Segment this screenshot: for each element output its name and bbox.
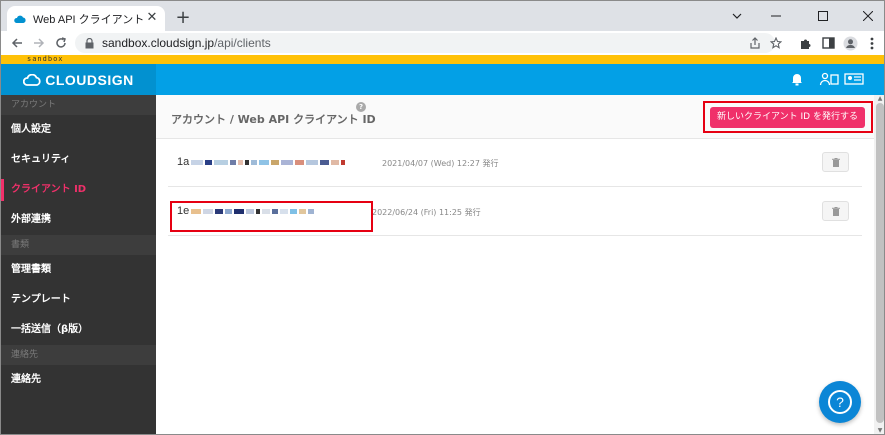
redacted-segment	[341, 159, 346, 165]
redacted-segment	[251, 159, 258, 165]
redacted-segment	[331, 159, 340, 165]
tab-search-chevron-icon[interactable]	[727, 1, 747, 31]
bell-notification-icon[interactable]	[789, 71, 805, 87]
redacted-segment	[205, 159, 213, 165]
browser-toolbar: sandbox.cloudsign.jp/api/clients	[1, 31, 884, 55]
profile-avatar-icon[interactable]	[841, 34, 859, 52]
help-chat-button[interactable]: ?	[819, 381, 861, 423]
client-row: 1a 2021/04/07 (Wed) 12:27 発行	[168, 139, 862, 187]
redacted-segment	[245, 159, 250, 165]
sidebar: アカウント 個人設定 セキュリティ クライアント ID 外部連携 書類 管理書類…	[1, 95, 156, 434]
url-host: sandbox.cloudsign.jp	[102, 36, 215, 50]
cloudsign-logo[interactable]: CLOUDSIGN	[1, 64, 156, 95]
redacted-segment	[306, 159, 319, 165]
scroll-down-arrow-icon[interactable]: ▼	[876, 428, 884, 434]
forward-arrow-icon[interactable]	[30, 34, 48, 52]
sidebar-section-contacts: 連絡先	[1, 345, 156, 365]
page-title: アカウント / Web API クライアント ID	[171, 113, 376, 126]
sidebar-section-documents: 書類	[1, 235, 156, 255]
redacted-segment	[230, 159, 237, 165]
redacted-segment	[214, 159, 229, 165]
user-settings-icon[interactable]	[844, 71, 864, 87]
tab-close-icon[interactable]: ✕	[145, 11, 159, 25]
question-mark-icon: ?	[828, 390, 852, 414]
app-header: CLOUDSIGN	[1, 64, 884, 95]
kebab-menu-icon[interactable]	[863, 34, 881, 52]
trash-icon	[831, 206, 840, 216]
sidebar-item-security[interactable]: セキュリティ	[1, 145, 156, 175]
close-window-button[interactable]	[852, 1, 884, 31]
issued-timestamp: 2022/06/24 (Fri) 11:25 発行	[372, 208, 481, 217]
minimize-button[interactable]	[760, 1, 792, 31]
bookmark-star-icon[interactable]	[768, 35, 784, 51]
redacted-segment	[295, 159, 305, 165]
extensions-puzzle-icon[interactable]	[796, 34, 814, 52]
maximize-button[interactable]	[807, 1, 839, 31]
delete-client-button[interactable]	[822, 201, 849, 221]
issued-timestamp: 2021/04/07 (Wed) 12:27 発行	[382, 159, 499, 168]
help-question-icon[interactable]: ?	[356, 102, 366, 112]
sidebar-section-account: アカウント	[1, 95, 156, 115]
scrollbar-thumb[interactable]	[876, 103, 884, 423]
highlight-box-new-button	[703, 101, 873, 133]
client-id-prefix: 1a	[177, 156, 190, 168]
tab-strip: Web API クライアント ID - CloudSign ✕ +	[1, 1, 884, 31]
reload-icon[interactable]	[52, 34, 70, 52]
redacted-segment	[259, 159, 270, 165]
address-bar[interactable]: sandbox.cloudsign.jp/api/clients	[75, 33, 782, 53]
sandbox-banner: sandbox	[1, 55, 884, 64]
sidebar-item-personal-settings[interactable]: 個人設定	[1, 115, 156, 145]
browser-tab[interactable]: Web API クライアント ID - CloudSign ✕	[7, 6, 165, 31]
page-header: アカウント / Web API クライアント ID ? 新しいクライアント ID…	[156, 95, 874, 139]
url-text: sandbox.cloudsign.jp/api/clients	[102, 36, 271, 50]
tab-title: Web API クライアント ID - CloudSign	[33, 13, 147, 26]
browser-window: Web API クライアント ID - CloudSign ✕ +	[0, 0, 885, 435]
redacted-segment	[271, 159, 280, 165]
lock-icon	[85, 37, 94, 49]
side-panel-icon[interactable]	[819, 34, 837, 52]
main-content: アカウント / Web API クライアント ID ? 新しいクライアント ID…	[156, 95, 874, 434]
sidebar-item-external-integration[interactable]: 外部連携	[1, 205, 156, 235]
share-icon[interactable]	[747, 35, 763, 51]
sidebar-item-templates[interactable]: テンプレート	[1, 285, 156, 315]
team-icon[interactable]	[819, 71, 839, 87]
url-path: /api/clients	[214, 36, 271, 50]
page-scrollbar[interactable]: ▲ ▼	[874, 95, 884, 434]
highlight-box-client-id	[170, 201, 373, 232]
scroll-up-arrow-icon[interactable]: ▲	[876, 96, 884, 102]
redacted-segment	[191, 159, 204, 165]
trash-icon	[831, 157, 840, 167]
logo-text: CLOUDSIGN	[45, 71, 134, 88]
redacted-segment	[320, 159, 330, 165]
new-tab-button[interactable]: +	[173, 8, 193, 28]
redacted-segment	[281, 159, 294, 165]
sidebar-item-bulk-send[interactable]: 一括送信（β版）	[1, 315, 156, 345]
sidebar-item-managed-documents[interactable]: 管理書類	[1, 255, 156, 285]
sidebar-item-contacts[interactable]: 連絡先	[1, 365, 156, 395]
back-arrow-icon[interactable]	[8, 34, 26, 52]
cloud-logo-icon	[23, 73, 41, 86]
client-id-value: 1a	[177, 156, 347, 168]
cloudsign-favicon-icon	[13, 12, 27, 26]
sidebar-item-client-id[interactable]: クライアント ID	[1, 175, 156, 205]
delete-client-button[interactable]	[822, 152, 849, 172]
redacted-segment	[238, 159, 244, 165]
